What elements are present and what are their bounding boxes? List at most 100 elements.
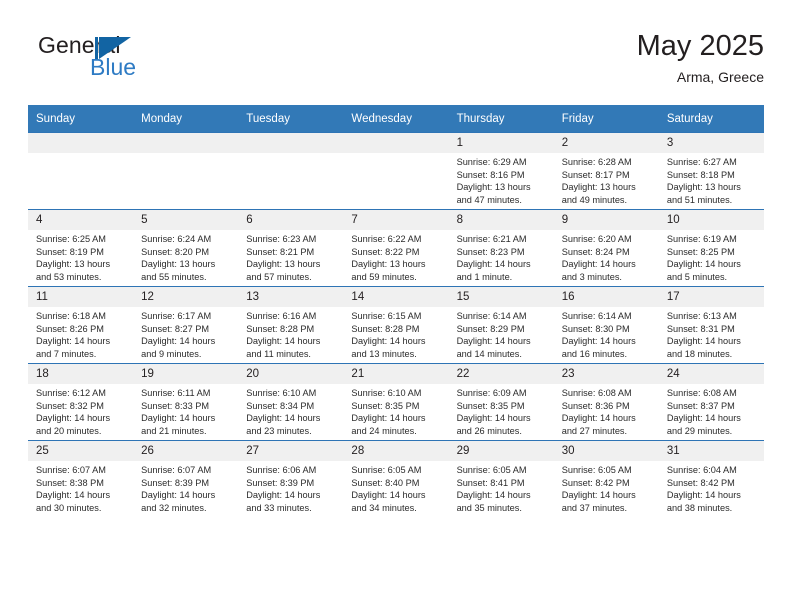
daylight-text: Daylight: 13 hours	[351, 259, 426, 270]
day-details: Sunrise: 6:07 AM Sunset: 8:38 PM Daylight:…	[28, 461, 133, 514]
sunset-text: Sunset: 8:16 PM	[456, 169, 525, 180]
location-subtitle: Arma, Greece	[676, 69, 764, 85]
day-details: Sunrise: 6:23 AM Sunset: 8:21 PM Daylight:…	[238, 230, 343, 283]
calendar-day-cell[interactable]: 23 Sunrise: 6:08 AM Sunset: 8:36 PM Dayligh…	[553, 363, 659, 441]
sunrise-text: Sunrise: 6:16 AM	[246, 311, 317, 321]
sunset-text: Sunset: 8:32 PM	[36, 400, 104, 411]
sunrise-text: Sunrise: 6:13 AM	[666, 311, 737, 321]
calendar-week-row: 11 Sunrise: 6:18 AM Sunset: 8:26 PM Dayligh…	[28, 286, 764, 364]
calendar-day-cell[interactable]: 29 Sunrise: 6:05 AM Sunset: 8:41 PM Dayligh…	[448, 440, 554, 517]
daylight-text-cont: and 24 minutes.	[351, 425, 417, 436]
daylight-text-cont: and 18 minutes.	[666, 348, 733, 359]
calendar-day-cell[interactable]: 1 Sunrise: 6:29 AM Sunset: 8:16 PM Daylight…	[448, 132, 554, 210]
daylight-text: Daylight: 14 hours	[561, 259, 636, 270]
calendar-empty-cell	[28, 132, 134, 210]
sunrise-text: Sunrise: 6:21 AM	[456, 234, 527, 244]
sunset-text: Sunset: 8:35 PM	[456, 400, 525, 411]
sunset-text: Sunset: 8:28 PM	[246, 323, 315, 334]
day-number: 28	[343, 441, 449, 461]
calendar-empty-cell	[133, 132, 239, 210]
daylight-text: Daylight: 14 hours	[36, 413, 111, 424]
weekday-header-saturday: Saturday	[658, 105, 764, 133]
weekday-header-tuesday: Tuesday	[238, 105, 344, 133]
calendar-day-cell[interactable]: 11 Sunrise: 6:18 AM Sunset: 8:26 PM Dayligh…	[28, 286, 134, 364]
calendar-day-cell[interactable]: 9 Sunrise: 6:20 AM Sunset: 8:24 PM Daylight…	[553, 209, 659, 287]
day-details: Sunrise: 6:04 AM Sunset: 8:42 PM Daylight:…	[659, 461, 764, 514]
daylight-text: Daylight: 14 hours	[666, 413, 741, 424]
daylight-text: Daylight: 14 hours	[456, 490, 531, 501]
calendar-day-cell[interactable]: 20 Sunrise: 6:10 AM Sunset: 8:34 PM Dayligh…	[238, 363, 344, 441]
sunrise-text: Sunrise: 6:23 AM	[246, 234, 317, 244]
day-details: Sunrise: 6:13 AM Sunset: 8:31 PM Daylight:…	[659, 307, 764, 360]
calendar-day-cell[interactable]: 17 Sunrise: 6:13 AM Sunset: 8:31 PM Dayligh…	[658, 286, 764, 364]
daylight-text: Daylight: 13 hours	[36, 259, 111, 270]
daylight-text: Daylight: 14 hours	[141, 490, 216, 501]
calendar-day-cell[interactable]: 12 Sunrise: 6:17 AM Sunset: 8:27 PM Dayligh…	[133, 286, 239, 364]
calendar-day-cell[interactable]: 15 Sunrise: 6:14 AM Sunset: 8:29 PM Dayligh…	[448, 286, 554, 364]
day-number: 1	[448, 133, 554, 153]
day-number: 24	[658, 364, 764, 384]
sunset-text: Sunset: 8:39 PM	[141, 477, 210, 488]
calendar-day-cell[interactable]: 10 Sunrise: 6:19 AM Sunset: 8:25 PM Dayligh…	[658, 209, 764, 287]
day-details: Sunrise: 6:08 AM Sunset: 8:37 PM Daylight:…	[659, 384, 764, 437]
calendar-day-cell[interactable]: 21 Sunrise: 6:10 AM Sunset: 8:35 PM Dayligh…	[343, 363, 449, 441]
weekday-header-wednesday: Wednesday	[343, 105, 449, 133]
sunset-text: Sunset: 8:42 PM	[561, 477, 630, 488]
calendar-day-cell[interactable]: 6 Sunrise: 6:23 AM Sunset: 8:21 PM Daylight…	[238, 209, 344, 287]
calendar-day-cell[interactable]: 30 Sunrise: 6:05 AM Sunset: 8:42 PM Dayligh…	[553, 440, 659, 517]
sunrise-text: Sunrise: 6:25 AM	[36, 234, 106, 244]
sunrise-text: Sunrise: 6:04 AM	[666, 465, 737, 475]
brand-logo[interactable]: General Blue	[28, 32, 228, 90]
calendar-day-cell[interactable]: 7 Sunrise: 6:22 AM Sunset: 8:22 PM Daylight…	[343, 209, 449, 287]
calendar-grid: Sunday Monday Tuesday Wednesday Thursday…	[28, 105, 764, 517]
weekday-header-row: Sunday Monday Tuesday Wednesday Thursday…	[28, 105, 764, 133]
calendar-day-cell[interactable]: 14 Sunrise: 6:15 AM Sunset: 8:28 PM Dayligh…	[343, 286, 449, 364]
daylight-text: Daylight: 14 hours	[36, 490, 111, 501]
daylight-text-cont: and 38 minutes.	[666, 502, 733, 513]
daylight-text: Daylight: 13 hours	[561, 182, 636, 193]
calendar-day-cell[interactable]: 26 Sunrise: 6:07 AM Sunset: 8:39 PM Dayligh…	[133, 440, 239, 517]
day-number: 13	[238, 287, 344, 307]
daylight-text: Daylight: 14 hours	[561, 490, 636, 501]
calendar-day-cell[interactable]: 25 Sunrise: 6:07 AM Sunset: 8:38 PM Dayligh…	[28, 440, 134, 517]
calendar-day-cell[interactable]: 22 Sunrise: 6:09 AM Sunset: 8:35 PM Dayligh…	[448, 363, 554, 441]
sunset-text: Sunset: 8:28 PM	[351, 323, 420, 334]
day-details: Sunrise: 6:11 AM Sunset: 8:33 PM Daylight:…	[133, 384, 238, 437]
day-details	[28, 153, 133, 156]
daylight-text-cont: and 3 minutes.	[561, 271, 622, 282]
day-details: Sunrise: 6:27 AM Sunset: 8:18 PM Daylight:…	[659, 153, 764, 206]
daylight-text-cont: and 23 minutes.	[246, 425, 312, 436]
daylight-text: Daylight: 13 hours	[666, 182, 741, 193]
calendar-day-cell[interactable]: 13 Sunrise: 6:16 AM Sunset: 8:28 PM Dayligh…	[238, 286, 344, 364]
sunrise-text: Sunrise: 6:17 AM	[141, 311, 212, 321]
sunset-text: Sunset: 8:37 PM	[666, 400, 735, 411]
sunset-text: Sunset: 8:26 PM	[36, 323, 104, 334]
daylight-text: Daylight: 14 hours	[351, 413, 426, 424]
calendar-day-cell[interactable]: 5 Sunrise: 6:24 AM Sunset: 8:20 PM Daylight…	[133, 209, 239, 287]
calendar-day-cell[interactable]: 16 Sunrise: 6:14 AM Sunset: 8:30 PM Dayligh…	[553, 286, 659, 364]
day-number: 20	[238, 364, 344, 384]
calendar-empty-cell	[238, 132, 344, 210]
calendar-day-cell[interactable]: 28 Sunrise: 6:05 AM Sunset: 8:40 PM Dayligh…	[343, 440, 449, 517]
sunrise-text: Sunrise: 6:10 AM	[246, 388, 317, 398]
calendar-day-cell[interactable]: 3 Sunrise: 6:27 AM Sunset: 8:18 PM Daylight…	[658, 132, 764, 210]
calendar-day-cell[interactable]: 8 Sunrise: 6:21 AM Sunset: 8:23 PM Daylight…	[448, 209, 554, 287]
calendar-day-cell[interactable]: 18 Sunrise: 6:12 AM Sunset: 8:32 PM Dayligh…	[28, 363, 134, 441]
sunrise-text: Sunrise: 6:09 AM	[456, 388, 527, 398]
day-number: 3	[658, 133, 764, 153]
calendar-day-cell[interactable]: 31 Sunrise: 6:04 AM Sunset: 8:42 PM Dayligh…	[658, 440, 764, 517]
sunrise-text: Sunrise: 6:24 AM	[141, 234, 212, 244]
calendar-day-cell[interactable]: 2 Sunrise: 6:28 AM Sunset: 8:17 PM Daylight…	[553, 132, 659, 210]
calendar-week-row: 25 Sunrise: 6:07 AM Sunset: 8:38 PM Dayligh…	[28, 440, 764, 517]
daylight-text-cont: and 53 minutes.	[36, 271, 102, 282]
calendar-day-cell[interactable]: 19 Sunrise: 6:11 AM Sunset: 8:33 PM Dayligh…	[133, 363, 239, 441]
sunset-text: Sunset: 8:40 PM	[351, 477, 420, 488]
day-details: Sunrise: 6:09 AM Sunset: 8:35 PM Daylight:…	[449, 384, 554, 437]
day-details: Sunrise: 6:06 AM Sunset: 8:39 PM Daylight:…	[238, 461, 343, 514]
calendar-day-cell[interactable]: 27 Sunrise: 6:06 AM Sunset: 8:39 PM Dayligh…	[238, 440, 344, 517]
sunset-text: Sunset: 8:22 PM	[351, 246, 420, 257]
calendar-page: General Blue May 2025 Arma, Greece Sunda…	[0, 0, 792, 612]
weekday-header-friday: Friday	[553, 105, 659, 133]
calendar-day-cell[interactable]: 24 Sunrise: 6:08 AM Sunset: 8:37 PM Dayligh…	[658, 363, 764, 441]
calendar-day-cell[interactable]: 4 Sunrise: 6:25 AM Sunset: 8:19 PM Daylight…	[28, 209, 134, 287]
